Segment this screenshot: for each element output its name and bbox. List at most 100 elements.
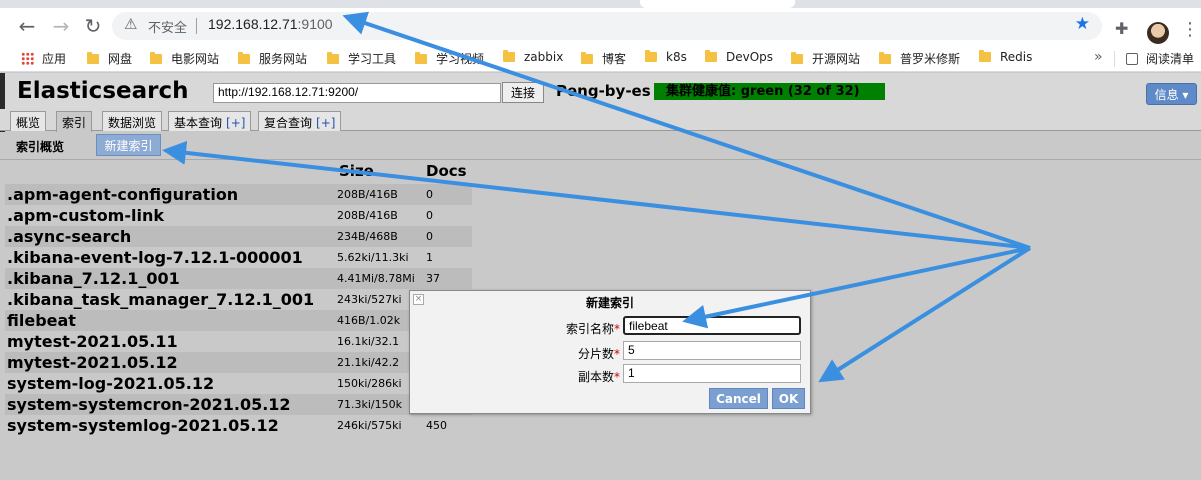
table-row[interactable]: system-systemcron-2021.05.12 71.3ki/150k [5, 394, 472, 415]
index-name[interactable]: .apm-agent-configuration [7, 185, 238, 204]
bookmark-folder[interactable]: 开源网站 [791, 50, 860, 67]
tab-basic-query[interactable]: 基本查询 [+] [168, 111, 252, 131]
bookmark-label: 应用 [42, 52, 67, 66]
url-host: 192.168.12.71 [208, 16, 298, 32]
back-icon[interactable]: ← [14, 13, 40, 39]
bookmark-label: 普罗米修斯 [900, 52, 961, 66]
index-name[interactable]: .apm-custom-link [7, 206, 164, 225]
index-size: 71.3ki/150k [337, 398, 402, 411]
index-size: 243ki/527ki [337, 293, 402, 306]
table-row[interactable]: system-log-2021.05.12 150ki/286ki [5, 373, 472, 394]
profile-avatar[interactable] [1147, 22, 1169, 44]
index-size: 21.1ki/42.2 [337, 356, 400, 369]
cluster-url-input[interactable]: http://192.168.12.71:9200/ [213, 83, 501, 103]
connect-button[interactable]: 连接 [502, 82, 544, 103]
tab-complex-query[interactable]: 复合查询 [+] [258, 111, 342, 131]
bookmark-folder[interactable]: k8s [645, 50, 687, 64]
app-tabs: 概览 索引 数据浏览 基本查询 [+] 复合查询 [+] [0, 109, 1201, 132]
label-text: 分片数 [577, 347, 614, 361]
index-docs: 0 [426, 209, 433, 222]
table-row[interactable]: mytest-2021.05.11 16.1ki/32.1 [5, 331, 472, 352]
app-title: Elasticsearch [17, 78, 189, 104]
index-name[interactable]: system-systemlog-2021.05.12 [7, 416, 279, 435]
index-name[interactable]: .kibana_task_manager_7.12.1_001 [7, 290, 314, 309]
bookmark-star-icon[interactable]: ★ [1075, 14, 1090, 34]
index-name[interactable]: mytest-2021.05.12 [7, 353, 178, 372]
bookmark-folder[interactable]: 学习工具 [327, 50, 396, 67]
cluster-name: Peng-by-es [556, 82, 651, 100]
bookmark-folder[interactable]: 学习视频 [415, 50, 484, 67]
insecure-label[interactable]: 不安全 [148, 17, 187, 36]
bookmark-folder[interactable]: 服务网站 [238, 50, 307, 67]
bookmark-folder[interactable]: 博客 [581, 50, 626, 67]
table-row[interactable]: system-systemlog-2021.05.12 246ki/575ki 45… [5, 415, 472, 436]
bookmark-folder[interactable]: 普罗米修斯 [879, 50, 960, 67]
bookmark-label: k8s [666, 50, 687, 64]
ok-button[interactable]: OK [772, 388, 805, 409]
index-name[interactable]: .async-search [7, 227, 131, 246]
reading-list[interactable]: 阅读清单 [1126, 50, 1194, 67]
table-row[interactable]: .kibana_task_manager_7.12.1_001 243ki/527… [5, 289, 472, 310]
bookmark-label: 学习视频 [436, 52, 485, 66]
table-row[interactable]: .apm-custom-link 208B/416B 0 [5, 205, 472, 226]
active-tab[interactable] [640, 0, 795, 8]
address-bar[interactable]: ⚠ 不安全 192.168.12.71:9100 ★ [112, 12, 1102, 40]
bookmark-folder[interactable]: 网盘 [87, 50, 132, 67]
bookmark-folder[interactable]: DevOps [705, 50, 773, 64]
browser-menu-icon[interactable]: ⋮ [1181, 21, 1199, 39]
table-row[interactable]: .apm-agent-configuration 208B/416B 0 [5, 184, 472, 205]
table-row[interactable]: .kibana_7.12.1_001 4.41Mi/8.78Mi 37 [5, 268, 472, 289]
index-name[interactable]: .kibana-event-log-7.12.1-000001 [7, 248, 303, 267]
cluster-health-badge: 集群健康值: green (32 of 32) [654, 83, 885, 100]
bookmark-label: 电影网站 [171, 52, 220, 66]
tab-overview[interactable]: 概览 [10, 111, 47, 131]
forward-icon[interactable]: → [48, 13, 74, 39]
index-size: 208B/416B [337, 188, 398, 201]
bookmark-folder[interactable]: 电影网站 [150, 50, 219, 67]
required-mark: * [614, 322, 620, 336]
reading-list-label: 阅读清单 [1146, 52, 1195, 66]
reading-list-icon [1126, 52, 1138, 65]
bookmark-label: 网盘 [108, 52, 133, 66]
replicas-input[interactable]: 1 [623, 364, 801, 383]
url-port: :9100 [297, 16, 333, 32]
shards-input[interactable]: 5 [623, 341, 801, 360]
index-name-input[interactable]: filebeat [623, 316, 801, 335]
bookmark-apps[interactable]: 应用 [21, 50, 66, 67]
index-name[interactable]: filebeat [7, 311, 76, 330]
folder-icon [415, 51, 427, 64]
index-name[interactable]: system-systemcron-2021.05.12 [7, 395, 291, 414]
info-menu-button[interactable]: 信息 ▾ [1146, 83, 1197, 105]
bookmark-folder[interactable]: Redis [979, 50, 1032, 64]
bookmark-label: 学习工具 [348, 52, 397, 66]
replicas-label: 副本数* [410, 368, 620, 385]
tab-plus: [+] [316, 116, 336, 130]
browser-toolbar: ← → ↻ ⚠ 不安全 192.168.12.71:9100 ★ ✚ ⋮ [0, 8, 1201, 44]
index-docs: 450 [426, 419, 447, 432]
index-name[interactable]: mytest-2021.05.11 [7, 332, 178, 351]
bookmarks-more-icon[interactable]: » [1094, 49, 1103, 65]
table-row[interactable]: mytest-2021.05.12 21.1ki/42.2 [5, 352, 472, 373]
bookmark-label: zabbix [524, 50, 564, 64]
bookmark-label: 开源网站 [812, 52, 861, 66]
tab-plus: [+] [226, 116, 246, 130]
index-name[interactable]: system-log-2021.05.12 [7, 374, 214, 393]
es-head-app: Elasticsearch http://192.168.12.71:9200/… [0, 73, 1201, 480]
tab-data-browse[interactable]: 数据浏览 [102, 111, 163, 131]
index-size: 208B/416B [337, 209, 398, 222]
cancel-button[interactable]: Cancel [709, 388, 768, 409]
new-index-button[interactable]: 新建索引 [96, 134, 161, 156]
table-row[interactable]: filebeat 416B/1.02k [5, 310, 472, 331]
tab-indices[interactable]: 索引 [56, 111, 93, 132]
bookmark-folder[interactable]: zabbix [503, 50, 563, 64]
warning-icon[interactable]: ⚠ [124, 15, 137, 33]
extensions-icon[interactable]: ✚ [1115, 19, 1128, 38]
tab-label: 数据浏览 [108, 116, 157, 130]
docs-column-header: Docs [426, 162, 467, 180]
table-row[interactable]: .kibana-event-log-7.12.1-000001 5.62ki/11… [5, 247, 472, 268]
table-row[interactable]: .async-search 234B/468B 0 [5, 226, 472, 247]
dialog-title: 新建索引 [585, 296, 634, 310]
index-name[interactable]: .kibana_7.12.1_001 [7, 269, 180, 288]
address-url[interactable]: 192.168.12.71:9100 [208, 16, 333, 32]
reload-icon[interactable]: ↻ [80, 13, 106, 39]
